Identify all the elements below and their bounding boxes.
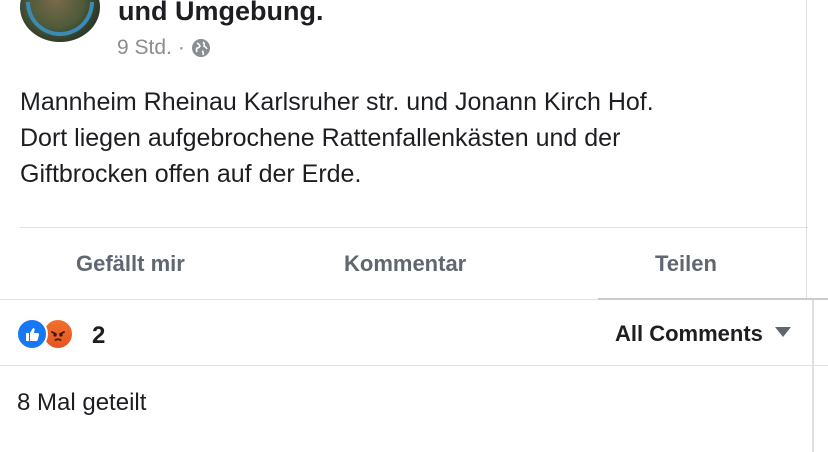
post-text-line: Giftbrocken offen auf der Erde. xyxy=(20,160,362,188)
post-body: Mannheim Rheinau Karlsruher str. und Jon… xyxy=(20,84,780,192)
post-text-line: Dort liegen aufgebrochene Rattenfallenkä… xyxy=(20,124,621,152)
card-edge xyxy=(806,0,807,300)
post-time[interactable]: 9 Std. xyxy=(117,36,172,60)
reactions-summary[interactable] xyxy=(16,318,74,350)
share-button[interactable]: Teilen xyxy=(655,251,717,277)
share-count[interactable]: 8 Mal geteilt xyxy=(17,389,146,417)
comments-filter-label: All Comments xyxy=(615,321,763,346)
post-text-line: Mannheim Rheinau Karlsruher str. und Jon… xyxy=(20,88,654,116)
divider xyxy=(0,365,828,366)
divider xyxy=(0,299,598,300)
caret-down-icon xyxy=(774,327,791,337)
like-button[interactable]: Gefällt mir xyxy=(76,251,185,277)
divider xyxy=(598,298,828,300)
card-edge xyxy=(812,300,814,452)
page-name[interactable]: und Umgebung. xyxy=(118,0,323,27)
reaction-count[interactable]: 2 xyxy=(92,322,105,350)
comment-button[interactable]: Kommentar xyxy=(344,251,466,277)
like-reaction-icon xyxy=(16,318,48,350)
globe-icon xyxy=(191,38,211,58)
page-avatar[interactable] xyxy=(20,0,100,42)
meta-separator: · xyxy=(177,36,185,59)
avatar-ring xyxy=(26,2,94,36)
divider xyxy=(20,227,808,228)
comments-filter-dropdown[interactable]: All Comments xyxy=(615,321,791,347)
post-meta: 9 Std. · xyxy=(117,36,211,60)
